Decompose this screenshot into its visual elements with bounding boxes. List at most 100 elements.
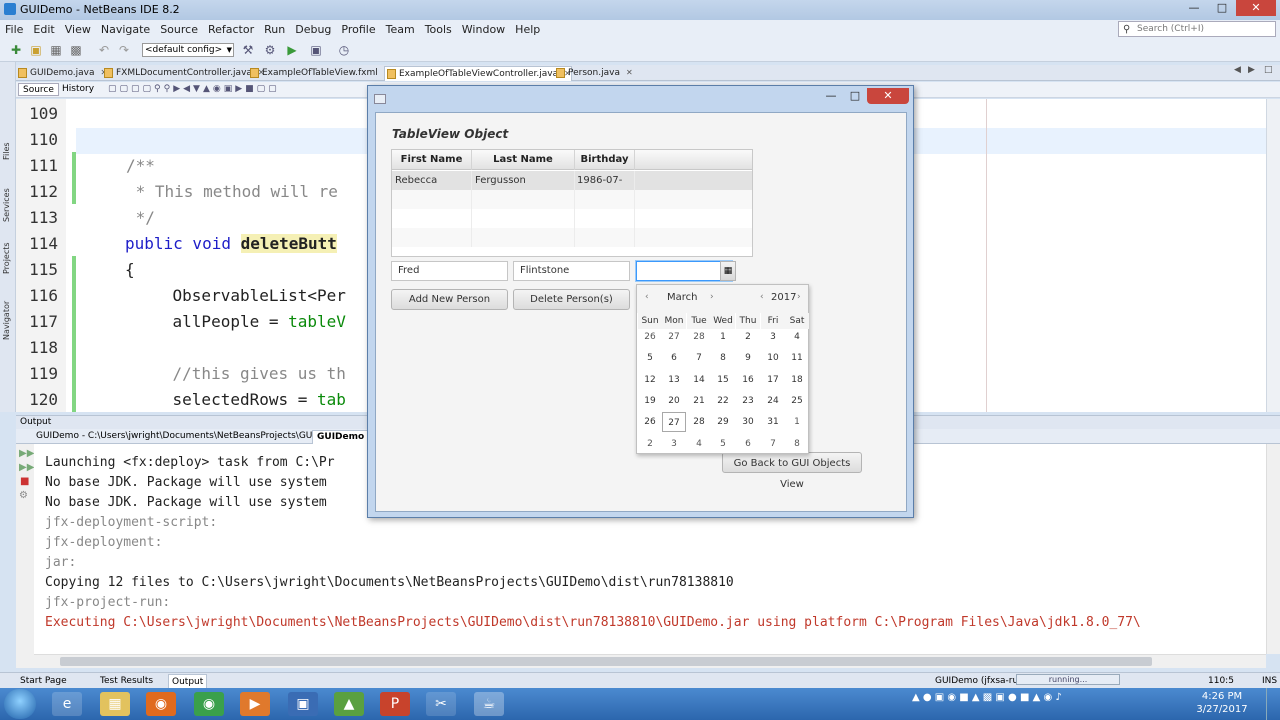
- run-icon[interactable]: ▶: [284, 42, 300, 58]
- config-select[interactable]: <default config> ▼: [142, 43, 234, 57]
- calendar-day[interactable]: 23: [736, 391, 760, 411]
- build-icon[interactable]: ⚒: [240, 42, 256, 58]
- source-tab[interactable]: Source: [18, 83, 59, 96]
- calendar-day[interactable]: 26: [638, 327, 662, 347]
- powerpoint-icon[interactable]: P: [380, 692, 410, 716]
- calendar-day[interactable]: 20: [662, 391, 686, 411]
- calendar-day[interactable]: 28: [687, 327, 711, 347]
- navigator-panel-tab[interactable]: Navigator: [2, 301, 11, 340]
- run-progress-bar[interactable]: running...: [1016, 674, 1120, 685]
- quick-search-input[interactable]: ⚲ Search (Ctrl+I): [1118, 21, 1276, 37]
- menu-source[interactable]: Source: [155, 23, 203, 36]
- birthday-datepicker-field[interactable]: [636, 261, 732, 281]
- save-all-icon[interactable]: ▩: [68, 42, 84, 58]
- menu-profile[interactable]: Profile: [336, 23, 380, 36]
- prev-month-icon[interactable]: ‹: [645, 292, 649, 302]
- menu-tools[interactable]: Tools: [420, 23, 457, 36]
- media-icon[interactable]: ▶: [240, 692, 270, 716]
- menu-view[interactable]: View: [60, 23, 96, 36]
- menu-navigate[interactable]: Navigate: [96, 23, 155, 36]
- start-button[interactable]: [4, 689, 36, 719]
- virtualbox-icon[interactable]: ▣: [288, 692, 318, 716]
- menu-team[interactable]: Team: [381, 23, 420, 36]
- new-project-icon[interactable]: ✚: [8, 42, 24, 58]
- rerun-icon[interactable]: ▶▶: [19, 462, 34, 473]
- calendar-day[interactable]: 1: [785, 412, 809, 432]
- calendar-day[interactable]: 7: [687, 348, 711, 368]
- calendar-day[interactable]: 27: [662, 327, 686, 347]
- first-name-field[interactable]: Fred: [391, 261, 508, 281]
- explorer-icon[interactable]: ▦: [100, 692, 130, 716]
- calendar-day[interactable]: 3: [761, 327, 785, 347]
- scenebuilder-icon[interactable]: ▲: [334, 692, 364, 716]
- calendar-day[interactable]: 2: [736, 327, 760, 347]
- settings-icon[interactable]: ⚙: [19, 490, 28, 501]
- redo-icon[interactable]: ↷: [116, 42, 132, 58]
- calendar-day[interactable]: 24: [761, 391, 785, 411]
- history-tab[interactable]: History: [58, 83, 98, 96]
- calendar-day[interactable]: 26: [638, 412, 662, 432]
- calendar-day[interactable]: 5: [638, 348, 662, 368]
- menu-refactor[interactable]: Refactor: [203, 23, 259, 36]
- calendar-day[interactable]: 15: [711, 370, 735, 390]
- next-year-icon[interactable]: ›: [797, 292, 801, 302]
- services-panel-tab[interactable]: Services: [2, 188, 11, 222]
- close-icon[interactable]: ✕: [626, 68, 633, 77]
- menu-run[interactable]: Run: [259, 23, 290, 36]
- calendar-day[interactable]: 18: [785, 370, 809, 390]
- start-page-tab[interactable]: Start Page: [20, 674, 67, 688]
- firefox-icon[interactable]: ◉: [146, 692, 176, 716]
- tab-exampleoftableview-fxml[interactable]: ExampleOfTableView.fxml✕: [248, 66, 390, 81]
- profile-icon[interactable]: ◷: [336, 42, 352, 58]
- prev-year-icon[interactable]: ‹: [760, 292, 764, 302]
- minimize-icon[interactable]: —: [1180, 0, 1208, 16]
- undo-icon[interactable]: ↶: [96, 42, 112, 58]
- output-horizontal-scrollbar[interactable]: [34, 654, 1266, 668]
- output-tab-project[interactable]: GUIDemo - C:\Users\jwright\Documents\Net…: [32, 430, 356, 444]
- java-icon[interactable]: ☕: [474, 692, 504, 716]
- close-icon[interactable]: ✕: [867, 88, 909, 104]
- calendar-day[interactable]: 27: [662, 412, 686, 433]
- stop-icon[interactable]: ■: [20, 476, 29, 487]
- calendar-day[interactable]: 12: [638, 370, 662, 390]
- next-month-icon[interactable]: ›: [710, 292, 714, 302]
- tab-scroll-right-icon[interactable]: ▶: [1248, 65, 1255, 75]
- calendar-day[interactable]: 6: [736, 434, 760, 454]
- system-tray[interactable]: ▲ ● ▣ ◉ ■ ▲ ▩ ▣ ● ■ ▲ ◉ ♪: [912, 692, 1062, 716]
- calendar-day[interactable]: 22: [711, 391, 735, 411]
- calendar-day[interactable]: 1: [711, 327, 735, 347]
- tab-exampleoftableviewcontroller[interactable]: ExampleOfTableViewController.java ✕: [384, 66, 572, 81]
- calendar-day[interactable]: 4: [785, 327, 809, 347]
- app-titlebar[interactable]: — □ ✕: [368, 86, 913, 112]
- snipping-icon[interactable]: ✂: [426, 692, 456, 716]
- tab-scroll-left-icon[interactable]: ◀: [1234, 65, 1241, 75]
- calendar-day[interactable]: 31: [761, 412, 785, 432]
- calendar-day[interactable]: 14: [687, 370, 711, 390]
- menu-edit[interactable]: Edit: [28, 23, 59, 36]
- calendar-day[interactable]: 7: [761, 434, 785, 454]
- clock[interactable]: 4:26 PM 3/27/2017: [1192, 690, 1252, 716]
- rerun-icon[interactable]: ▶▶: [19, 448, 34, 459]
- calendar-day[interactable]: 17: [761, 370, 785, 390]
- tab-fxmldocumentcontroller[interactable]: FXMLDocumentController.java ✕: [102, 66, 265, 81]
- menu-file[interactable]: File: [0, 23, 28, 36]
- delete-person-button[interactable]: Delete Person(s): [513, 289, 630, 310]
- calendar-day[interactable]: 21: [687, 391, 711, 411]
- people-table[interactable]: First Name Last Name Birthday Rebecca Fe…: [391, 149, 753, 257]
- calendar-day[interactable]: 4: [687, 434, 711, 454]
- tab-guidemo-java[interactable]: GUIDemo.java✕: [16, 66, 107, 81]
- add-person-button[interactable]: Add New Person: [391, 289, 508, 310]
- calendar-day[interactable]: 9: [736, 348, 760, 368]
- files-panel-tab[interactable]: Files: [2, 142, 11, 160]
- editor-scrollbar[interactable]: [1266, 99, 1280, 412]
- projects-panel-tab[interactable]: Projects: [2, 242, 11, 274]
- calendar-day[interactable]: 8: [785, 434, 809, 454]
- clean-build-icon[interactable]: ⚙: [262, 42, 278, 58]
- new-file-icon[interactable]: ▣: [28, 42, 44, 58]
- output-vertical-scrollbar[interactable]: [1266, 444, 1280, 654]
- calendar-day[interactable]: 25: [785, 391, 809, 411]
- maximize-icon[interactable]: □: [843, 88, 867, 104]
- ie-icon[interactable]: e: [52, 692, 82, 716]
- maximize-icon[interactable]: □: [1208, 0, 1236, 16]
- chrome-icon[interactable]: ◉: [194, 692, 224, 716]
